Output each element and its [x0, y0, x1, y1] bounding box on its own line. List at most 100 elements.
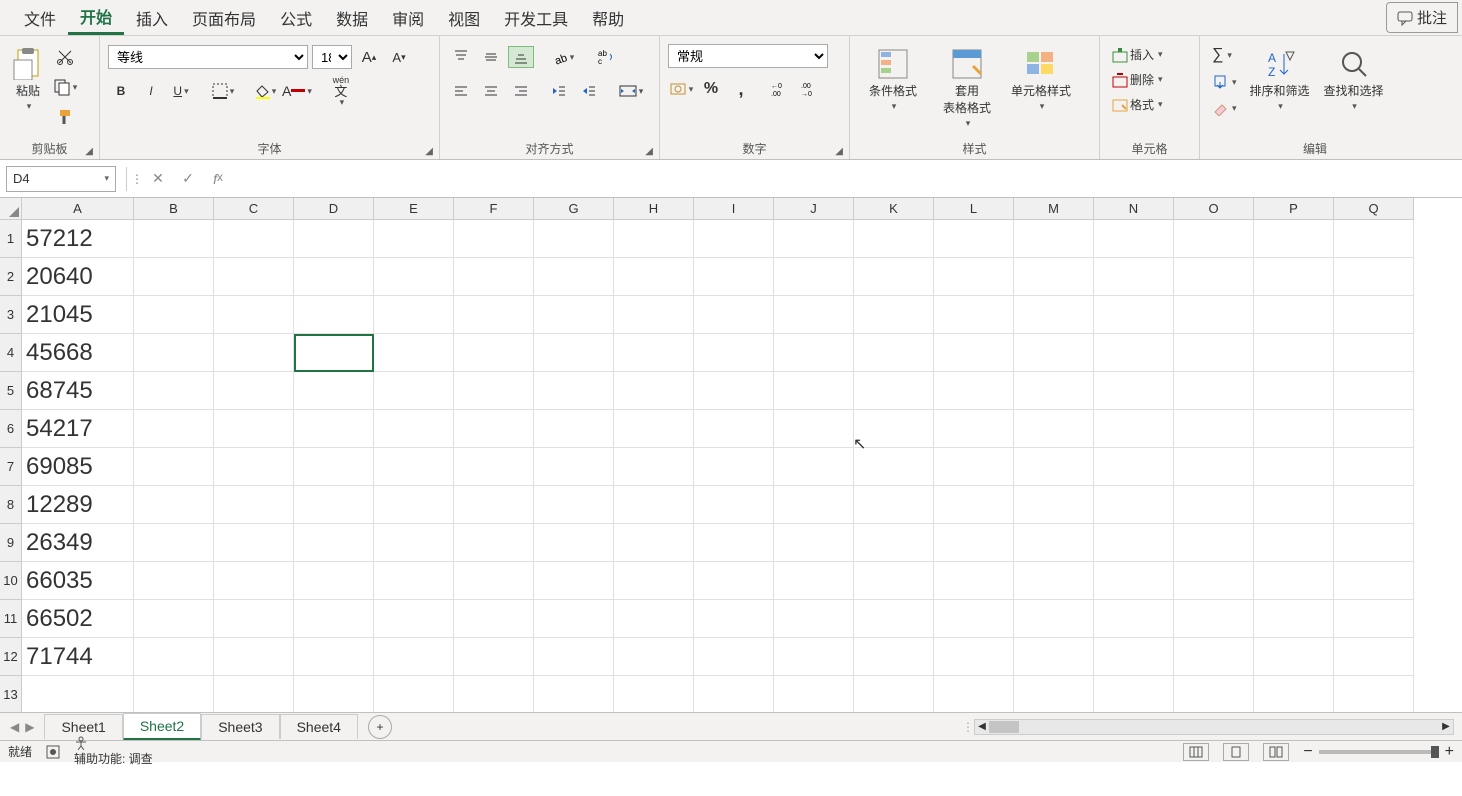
cell[interactable]	[134, 220, 214, 258]
number-format-select[interactable]: 常规	[668, 44, 828, 68]
column-header[interactable]: A	[22, 198, 134, 220]
comments-button[interactable]: 批注	[1386, 2, 1458, 33]
cell[interactable]	[1254, 220, 1334, 258]
cell[interactable]	[854, 448, 934, 486]
cell[interactable]: 66502	[22, 600, 134, 638]
align-left-button[interactable]	[448, 80, 474, 102]
clipboard-launcher[interactable]: ◢	[85, 146, 93, 157]
column-header[interactable]: D	[294, 198, 374, 220]
cell[interactable]	[694, 296, 774, 334]
cell[interactable]	[294, 448, 374, 486]
cell[interactable]	[774, 562, 854, 600]
add-sheet-button[interactable]: +	[368, 715, 392, 739]
cell[interactable]	[614, 258, 694, 296]
cell[interactable]	[294, 676, 374, 712]
cell[interactable]	[534, 296, 614, 334]
cell[interactable]	[1334, 600, 1414, 638]
cell[interactable]	[1014, 486, 1094, 524]
spreadsheet-grid[interactable]: ABCDEFGHIJKLMNOPQ15721222064032104544566…	[0, 198, 1462, 712]
cell[interactable]: 57212	[22, 220, 134, 258]
tab-next-button[interactable]: ▶	[25, 720, 34, 734]
cell[interactable]	[22, 676, 134, 712]
column-header[interactable]: C	[214, 198, 294, 220]
increase-indent-button[interactable]	[576, 78, 602, 104]
decrease-font-button[interactable]: A▾	[386, 44, 412, 70]
menu-data[interactable]: 数据	[324, 0, 380, 35]
cell[interactable]	[134, 410, 214, 448]
cell[interactable]	[934, 448, 1014, 486]
align-center-button[interactable]	[478, 80, 504, 102]
cell[interactable]	[214, 600, 294, 638]
cell[interactable]	[774, 486, 854, 524]
cell[interactable]	[934, 562, 1014, 600]
macro-record-icon[interactable]	[46, 745, 60, 759]
cell[interactable]	[854, 258, 934, 296]
zoom-out-button[interactable]: −	[1303, 743, 1312, 761]
align-top-button[interactable]	[448, 46, 474, 68]
cell[interactable]	[534, 410, 614, 448]
row-header[interactable]: 2	[0, 258, 22, 296]
cell[interactable]: 66035	[22, 562, 134, 600]
cell[interactable]	[1174, 638, 1254, 676]
cell[interactable]	[214, 524, 294, 562]
cell[interactable]	[294, 296, 374, 334]
row-header[interactable]: 12	[0, 638, 22, 676]
cell[interactable]	[1254, 524, 1334, 562]
cell[interactable]	[1094, 524, 1174, 562]
cell[interactable]	[134, 600, 214, 638]
sheet-tab-4[interactable]: Sheet4	[280, 714, 358, 739]
cell[interactable]	[774, 410, 854, 448]
cell[interactable]	[294, 600, 374, 638]
cell[interactable]	[534, 676, 614, 712]
cell[interactable]	[774, 448, 854, 486]
align-launcher[interactable]: ◢	[645, 146, 653, 157]
table-format-button[interactable]: 套用 表格格式▾	[932, 44, 1002, 129]
cell[interactable]	[614, 676, 694, 712]
cell[interactable]	[934, 372, 1014, 410]
cell[interactable]	[454, 524, 534, 562]
cell[interactable]	[534, 220, 614, 258]
cell[interactable]	[214, 258, 294, 296]
cell[interactable]	[294, 410, 374, 448]
cell[interactable]	[1334, 258, 1414, 296]
cell[interactable]	[1334, 524, 1414, 562]
scroll-left-button[interactable]: ◀	[975, 720, 989, 734]
cell[interactable]	[534, 486, 614, 524]
cell[interactable]	[1254, 334, 1334, 372]
format-painter-button[interactable]	[52, 104, 78, 130]
cell[interactable]	[614, 524, 694, 562]
column-header[interactable]: N	[1094, 198, 1174, 220]
cell[interactable]	[214, 372, 294, 410]
font-name-select[interactable]: 等线	[108, 45, 308, 69]
cell[interactable]	[374, 220, 454, 258]
align-right-button[interactable]	[508, 80, 534, 102]
copy-button[interactable]: ▾	[52, 74, 78, 100]
cell[interactable]	[374, 296, 454, 334]
row-header[interactable]: 11	[0, 600, 22, 638]
column-header[interactable]: K	[854, 198, 934, 220]
row-header[interactable]: 9	[0, 524, 22, 562]
accessibility-status[interactable]: 辅助功能: 调查	[74, 736, 153, 767]
cell[interactable]	[614, 448, 694, 486]
font-size-select[interactable]: 18	[312, 45, 352, 69]
cell[interactable]	[1174, 372, 1254, 410]
menu-insert[interactable]: 插入	[124, 0, 180, 35]
row-header[interactable]: 4	[0, 334, 22, 372]
cell[interactable]	[694, 486, 774, 524]
tab-split-handle[interactable]: ⋮	[962, 720, 974, 734]
cell[interactable]	[614, 638, 694, 676]
menu-file[interactable]: 文件	[12, 0, 68, 35]
cell[interactable]	[694, 638, 774, 676]
delete-cells-button[interactable]: 删除▾	[1108, 69, 1167, 90]
cell[interactable]	[1014, 448, 1094, 486]
cell[interactable]	[694, 334, 774, 372]
cell[interactable]	[454, 220, 534, 258]
cell[interactable]	[214, 448, 294, 486]
insert-cells-button[interactable]: 插入▾	[1108, 44, 1167, 65]
cell[interactable]	[534, 372, 614, 410]
cell[interactable]	[454, 258, 534, 296]
font-launcher[interactable]: ◢	[425, 146, 433, 157]
cell[interactable]	[614, 372, 694, 410]
cell[interactable]	[694, 410, 774, 448]
cell[interactable]	[374, 638, 454, 676]
